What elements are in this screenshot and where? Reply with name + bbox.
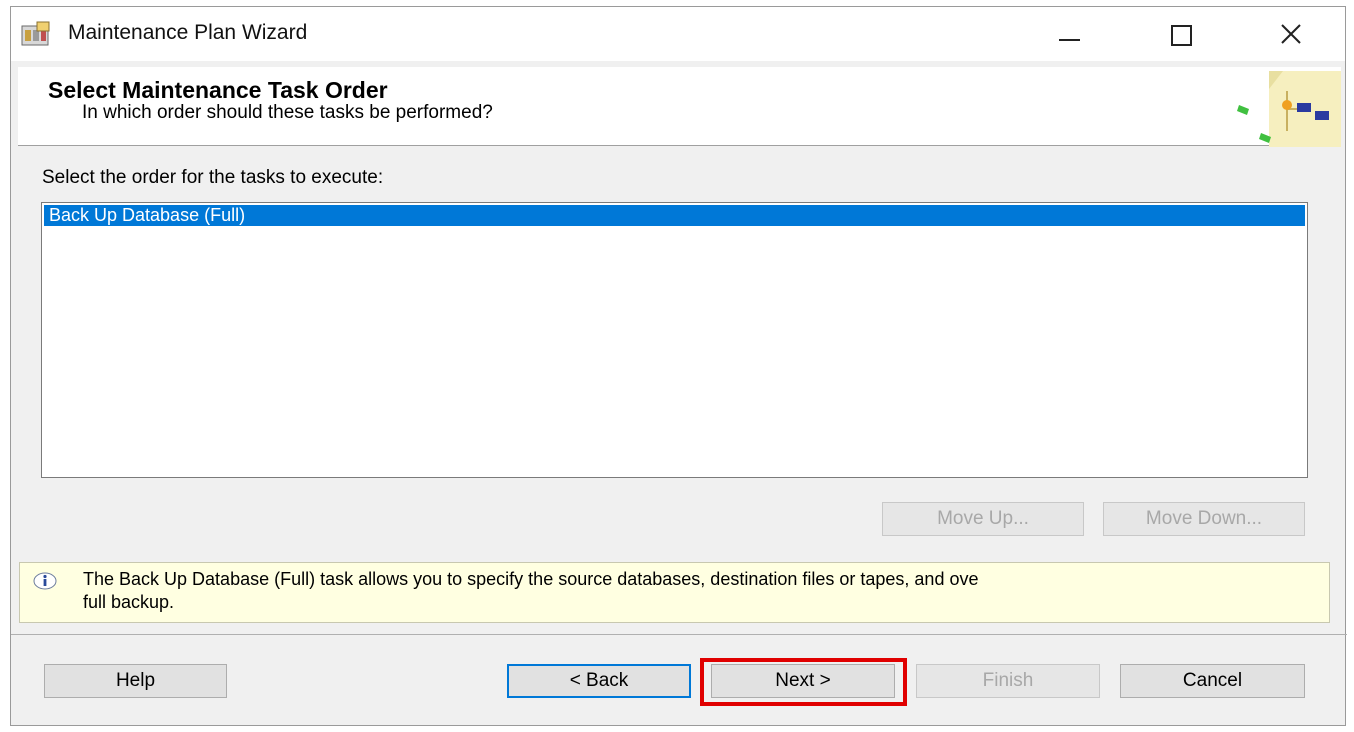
list-item-back-up-database-full[interactable]: Back Up Database (Full) bbox=[44, 205, 1305, 226]
task-description-text: The Back Up Database (Full) task allows … bbox=[83, 569, 979, 612]
maximize-button[interactable] bbox=[1151, 13, 1211, 53]
minimize-button[interactable] bbox=[1039, 13, 1099, 53]
footer-divider bbox=[11, 634, 1347, 635]
maintenance-plan-wizard-window: Maintenance Plan Wizard Select Maintenan… bbox=[10, 6, 1347, 726]
cancel-button[interactable]: Cancel bbox=[1120, 664, 1305, 698]
move-down-button[interactable]: Move Down... bbox=[1103, 502, 1305, 536]
window-title: Maintenance Plan Wizard bbox=[68, 21, 308, 44]
next-button-highlight bbox=[700, 658, 907, 706]
task-order-list[interactable]: Back Up Database (Full) bbox=[41, 202, 1308, 478]
task-order-instruction: Select the order for the tasks to execut… bbox=[42, 167, 384, 188]
back-button[interactable]: < Back bbox=[507, 664, 691, 698]
task-description-panel: The Back Up Database (Full) task allows … bbox=[19, 562, 1330, 623]
wizard-graphic bbox=[1231, 69, 1341, 149]
move-up-button[interactable]: Move Up... bbox=[882, 502, 1084, 536]
wizard-header: Select Maintenance Task Order In which o… bbox=[18, 67, 1341, 149]
maintenance-plan-icon bbox=[21, 21, 51, 47]
finish-button[interactable]: Finish bbox=[916, 664, 1100, 698]
page-subtitle: In which order should these tasks be per… bbox=[82, 102, 493, 123]
close-button[interactable] bbox=[1261, 13, 1321, 53]
help-button[interactable]: Help bbox=[44, 664, 227, 698]
title-bar[interactable]: Maintenance Plan Wizard bbox=[11, 7, 1345, 61]
close-icon bbox=[1281, 24, 1301, 44]
page-title: Select Maintenance Task Order bbox=[48, 77, 388, 103]
info-icon bbox=[32, 571, 58, 596]
